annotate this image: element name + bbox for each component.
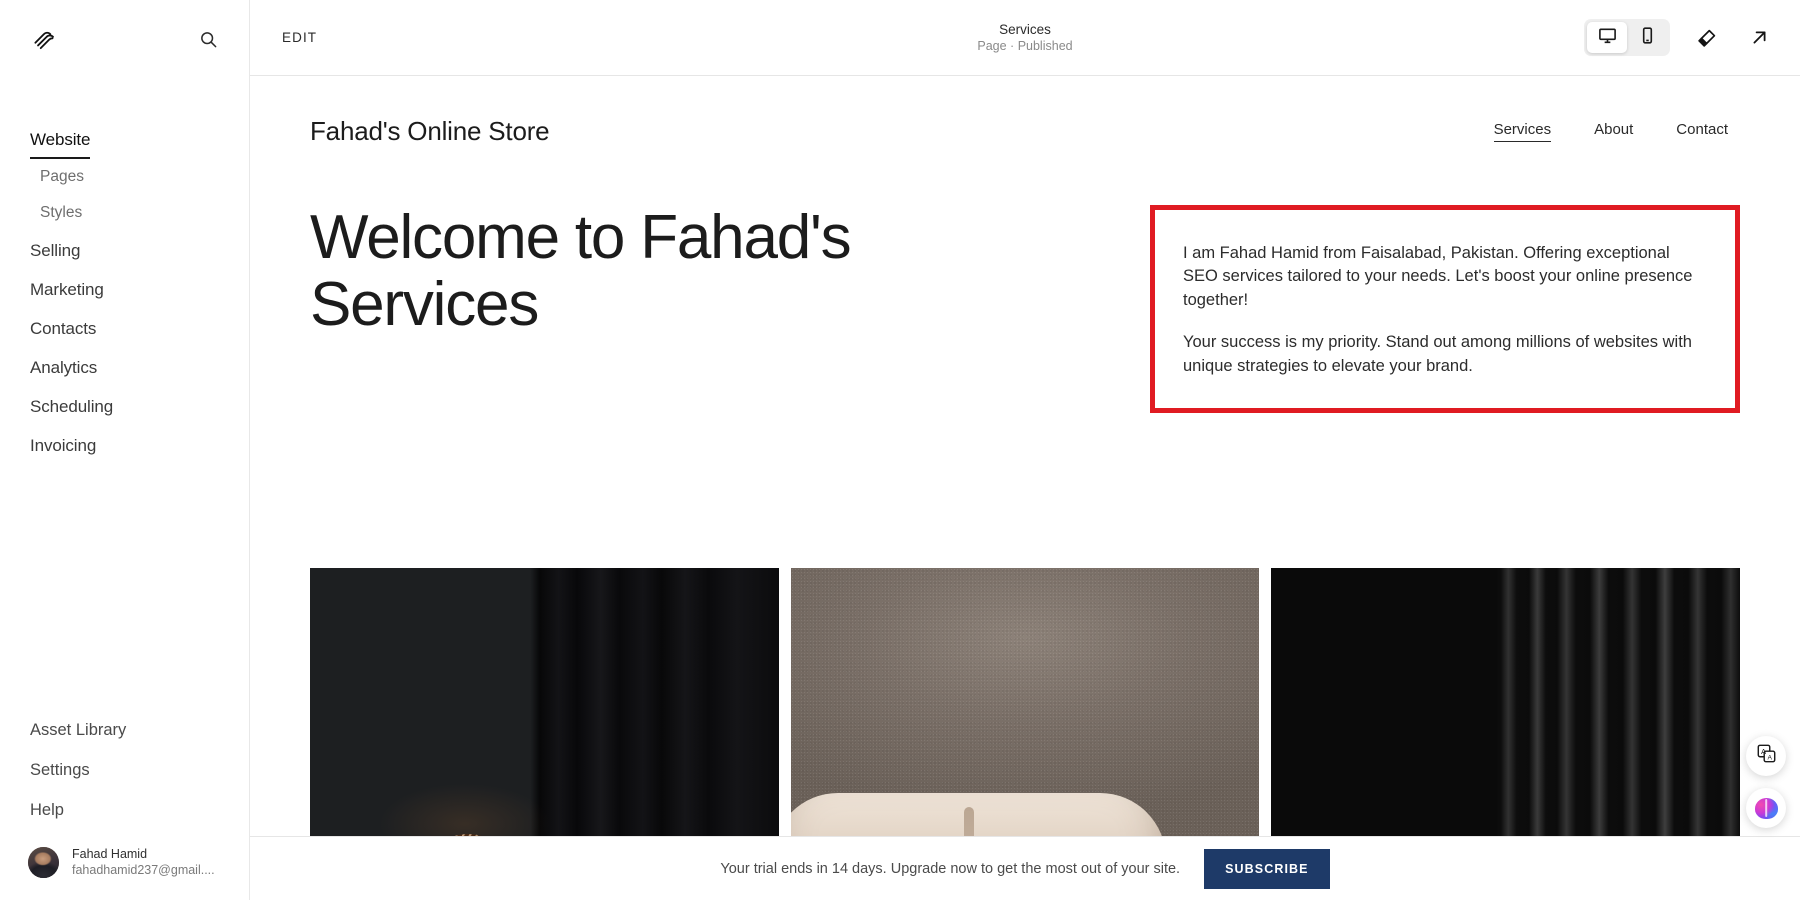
sidebar-item-invoicing[interactable]: Invoicing	[0, 426, 249, 465]
page-status: Page · Published	[977, 38, 1073, 53]
sidebar-item-analytics[interactable]: Analytics	[0, 348, 249, 387]
mobile-icon	[1638, 26, 1657, 50]
sidebar-item-selling[interactable]: Selling	[0, 231, 249, 270]
sidebar-item-contacts[interactable]: Contacts	[0, 309, 249, 348]
page-title: Services	[999, 21, 1051, 37]
main-area: EDIT Services Page · Published Fahad's O…	[250, 0, 1800, 900]
edit-button[interactable]: EDIT	[282, 30, 317, 45]
site-title: Fahad's Online Store	[310, 116, 550, 146]
squarespace-logo-icon[interactable]	[30, 24, 60, 54]
sidebar-item-website[interactable]: Website	[30, 120, 91, 159]
external-link-arrow-icon[interactable]	[1744, 23, 1774, 53]
translate-widget-button[interactable]: A A	[1746, 736, 1786, 776]
site-header: Fahad's Online Store Services About Cont…	[250, 76, 1800, 147]
sidebar-header	[0, 0, 249, 78]
paintbrush-icon[interactable]	[1692, 23, 1722, 53]
site-nav-services[interactable]: Services	[1493, 121, 1552, 142]
editor-toolbar: EDIT Services Page · Published	[250, 0, 1800, 76]
ai-assistant-button[interactable]	[1746, 788, 1786, 828]
toolbar-actions	[1584, 19, 1774, 56]
ai-brain-icon	[1754, 797, 1778, 819]
search-icon[interactable]	[195, 26, 221, 52]
desktop-icon	[1598, 26, 1617, 50]
sidebar-item-pages[interactable]: Pages	[0, 159, 249, 195]
highlighted-intro-block: I am Fahad Hamid from Faisalabad, Pakist…	[1150, 205, 1740, 414]
view-toggle	[1584, 19, 1670, 56]
page-info: Services Page · Published	[250, 0, 1800, 75]
user-name: Fahad Hamid	[72, 847, 148, 861]
trial-banner: Your trial ends in 14 days. Upgrade now …	[250, 836, 1800, 900]
translate-icon: A A	[1756, 743, 1777, 769]
mobile-view-button[interactable]	[1627, 22, 1667, 53]
svg-text:A: A	[1767, 755, 1772, 762]
intro-paragraph-1: I am Fahad Hamid from Faisalabad, Pakist…	[1183, 244, 1693, 309]
sidebar-item-scheduling[interactable]: Scheduling	[0, 387, 249, 426]
sidebar-item-help[interactable]: Help	[0, 790, 249, 830]
sidebar-item-marketing[interactable]: Marketing	[0, 270, 249, 309]
desktop-view-button[interactable]	[1587, 22, 1627, 53]
sidebar-footer: Asset Library Settings Help Fahad Hamid …	[0, 710, 249, 900]
intro-paragraph-2: Your success is my priority. Stand out a…	[1183, 333, 1692, 375]
sidebar-item-styles[interactable]: Styles	[0, 195, 249, 231]
avatar	[28, 846, 59, 878]
hero-section: Welcome to Fahad's Services I am Fahad H…	[250, 147, 1800, 414]
site-nav-contact[interactable]: Contact	[1676, 121, 1728, 142]
site-preview-canvas: Fahad's Online Store Services About Cont…	[250, 76, 1800, 900]
sidebar-item-settings[interactable]: Settings	[0, 750, 249, 790]
user-email: fahadhamid237@gmail....	[72, 863, 215, 877]
sidebar: Website Pages Styles Selling Marketing C…	[0, 0, 250, 900]
subscribe-button[interactable]: SUBSCRIBE	[1204, 848, 1330, 889]
user-account[interactable]: Fahad Hamid fahadhamid237@gmail....	[0, 830, 249, 900]
trial-banner-text: Your trial ends in 14 days. Upgrade now …	[720, 860, 1181, 877]
hero-heading: Welcome to Fahad's Services	[310, 203, 852, 339]
site-nav-about[interactable]: About	[1594, 121, 1633, 142]
sidebar-nav: Website Pages Styles Selling Marketing C…	[0, 120, 249, 465]
site-nav: Services About Contact	[1493, 121, 1728, 142]
sidebar-item-asset-library[interactable]: Asset Library	[0, 710, 249, 750]
floating-widgets: A A	[1746, 736, 1786, 828]
